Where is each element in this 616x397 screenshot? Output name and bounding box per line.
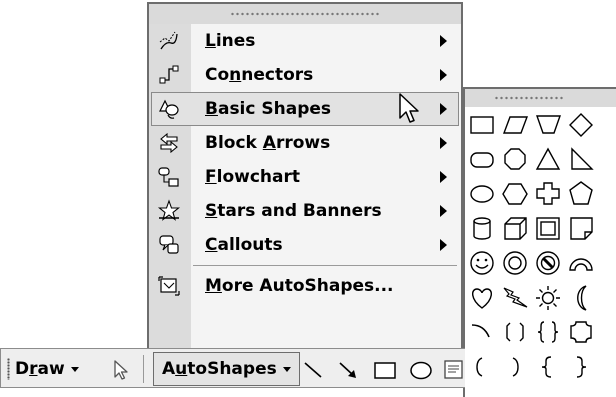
right-bracket-shape-icon[interactable] [500, 352, 530, 382]
menu-item-label: Basic Shapes [205, 99, 332, 119]
drawing-toolbar: Draw AutoShapes [0, 348, 465, 388]
submenu-arrow-icon [440, 103, 447, 115]
smiley-face-shape-icon[interactable] [467, 248, 497, 278]
block-arc-shape-icon[interactable] [566, 248, 596, 278]
menu-item-stars-and-banners[interactable]: Stars and Banners [149, 194, 461, 228]
autoshapes-menu-button[interactable]: AutoShapes [153, 352, 300, 386]
rectangle-icon[interactable] [373, 358, 397, 382]
grip-dots [494, 96, 564, 100]
lightning-bolt-shape-icon[interactable] [500, 283, 530, 313]
menu-item-lines[interactable]: Lines [149, 24, 461, 58]
submenu-arrow-icon [440, 239, 447, 251]
mouse-cursor-icon [399, 93, 419, 123]
more-autoshapes-icon [158, 276, 180, 296]
rectangle-shape-icon[interactable] [467, 110, 497, 140]
menu-item-label: Stars and Banners [205, 201, 382, 221]
autoshapes-label: AutoShapes [162, 359, 277, 379]
right-triangle-shape-icon[interactable] [566, 145, 596, 175]
chevron-down-icon [282, 366, 291, 372]
menu-item-block-arrows[interactable]: Block Arrows [149, 126, 461, 160]
basic-shapes-icon [159, 99, 179, 119]
arrow-icon[interactable] [336, 358, 360, 382]
menu-item-flowchart[interactable]: Flowchart [149, 160, 461, 194]
double-bracket-shape-icon[interactable] [500, 317, 530, 347]
isosceles-triangle-shape-icon[interactable] [533, 145, 563, 175]
grip-dots [230, 12, 380, 16]
cross-shape-icon[interactable] [533, 179, 563, 209]
menu-drag-handle[interactable] [149, 4, 461, 24]
stars-banners-icon [157, 199, 181, 221]
oval-shape-icon[interactable] [467, 179, 497, 209]
left-brace-shape-icon[interactable] [533, 352, 563, 382]
double-brace-shape-icon[interactable] [533, 317, 563, 347]
select-objects-icon[interactable] [109, 358, 133, 382]
right-brace-shape-icon[interactable] [566, 352, 596, 382]
menu-item-label: Flowchart [205, 167, 300, 187]
parallelogram-shape-icon[interactable] [500, 110, 530, 140]
submenu-arrow-icon [440, 171, 447, 183]
no-symbol-shape-icon[interactable] [533, 248, 563, 278]
arc-shape-icon[interactable] [467, 317, 497, 347]
folded-corner-shape-icon[interactable] [566, 214, 596, 244]
flowchart-icon [158, 167, 179, 187]
oval-icon[interactable] [409, 358, 433, 382]
sun-shape-icon[interactable] [533, 283, 563, 313]
submenu-arrow-icon [440, 137, 447, 149]
menu-separator [193, 265, 457, 266]
trapezoid-shape-icon[interactable] [533, 110, 563, 140]
submenu-arrow-icon [440, 205, 447, 217]
menu-item-label: Block Arrows [205, 133, 331, 153]
menu-item-label: Callouts [205, 235, 283, 255]
menu-item-label: Connectors [205, 65, 314, 85]
diamond-shape-icon[interactable] [566, 110, 596, 140]
menu-item-label: More AutoShapes... [205, 276, 394, 296]
cube-shape-icon[interactable] [500, 214, 530, 244]
heart-shape-icon[interactable] [467, 283, 497, 313]
draw-label: Draw [15, 359, 65, 379]
menu-items: Lines Connectors Basic Shapes Block Arrows F… [149, 24, 461, 303]
moon-shape-icon[interactable] [566, 283, 596, 313]
menu-item-more-autoshapes[interactable]: More AutoShapes... [149, 269, 461, 303]
donut-shape-icon[interactable] [500, 248, 530, 278]
rounded-rectangle-shape-icon[interactable] [467, 145, 497, 175]
callouts-icon [159, 235, 179, 254]
can-shape-icon[interactable] [467, 214, 497, 244]
block-arrows-icon [160, 132, 178, 154]
menu-item-connectors[interactable]: Connectors [149, 58, 461, 92]
toolbar-grip[interactable] [7, 358, 10, 380]
submenu-arrow-icon [440, 69, 447, 81]
left-bracket-shape-icon[interactable] [467, 352, 497, 382]
line-icon[interactable] [301, 358, 325, 382]
bevel-shape-icon[interactable] [533, 214, 563, 244]
octagon-shape-icon[interactable] [500, 145, 530, 175]
draw-menu-button[interactable]: Draw [15, 357, 79, 381]
lines-icon [159, 31, 178, 50]
text-box-icon[interactable] [443, 358, 463, 382]
palette-drag-handle[interactable] [465, 89, 616, 107]
submenu-arrow-icon [440, 35, 447, 47]
autoshapes-menu: Lines Connectors Basic Shapes Block Arrows F… [147, 2, 463, 360]
pentagon-shape-icon[interactable] [566, 179, 596, 209]
toolbar-separator [143, 355, 144, 383]
connectors-icon [159, 65, 179, 84]
chevron-down-icon [70, 366, 79, 372]
hexagon-shape-icon[interactable] [500, 179, 530, 209]
plaque-shape-icon[interactable] [566, 317, 596, 347]
menu-item-label: Lines [205, 31, 256, 51]
basic-shapes-palette [463, 87, 616, 397]
menu-item-callouts[interactable]: Callouts [149, 228, 461, 262]
